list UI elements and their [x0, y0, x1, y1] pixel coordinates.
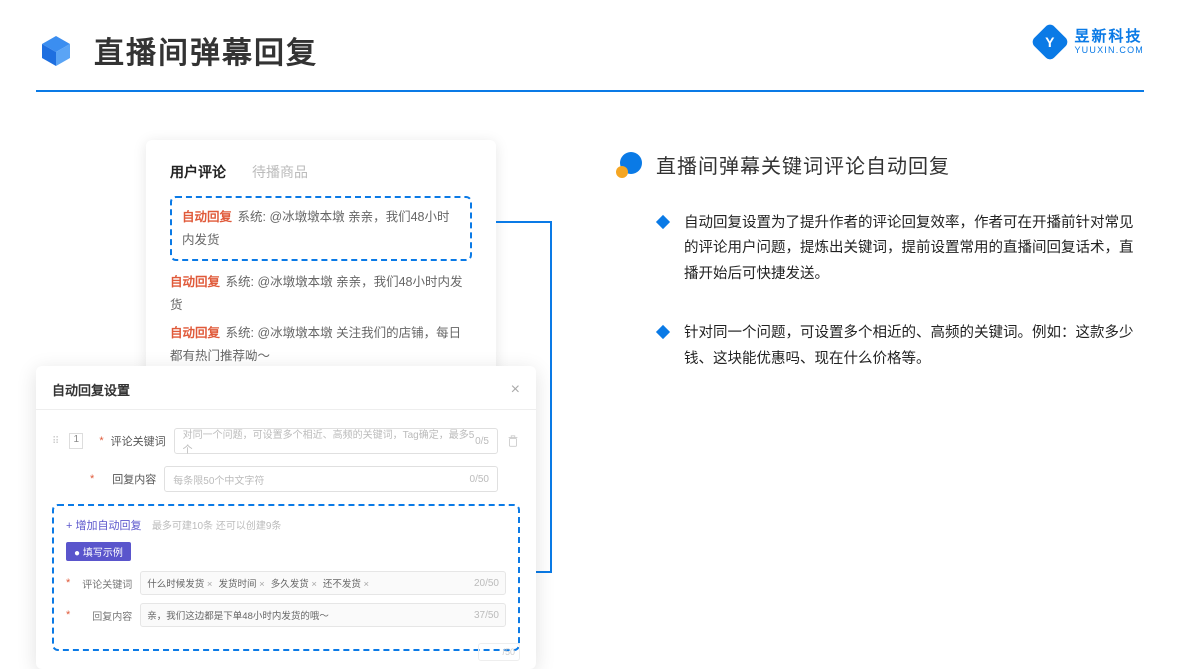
highlighted-comment: 自动回复 系统: @冰墩墩本墩 亲亲，我们48小时内发货 — [170, 196, 472, 261]
bullet-text-1: 自动回复设置为了提升作者的评论回复效率，作者可在开播前针对常见的评论用户问题，提… — [684, 211, 1144, 287]
required-icon: * — [66, 609, 70, 621]
tab-pending-products[interactable]: 待播商品 — [252, 162, 308, 182]
page-title: 直播间弹幕回复 — [94, 28, 318, 72]
required-icon: * — [90, 473, 94, 485]
stub-counter: /50 — [478, 643, 520, 661]
example-badge: ● 填写示例 — [66, 542, 131, 561]
comments-panel: 用户评论 待播商品 自动回复 系统: @冰墩墩本墩 亲亲，我们48小时内发货 自… — [146, 140, 496, 399]
diamond-bullet-icon — [656, 325, 670, 339]
ex-content-label: 回复内容 — [76, 608, 132, 623]
add-auto-reply-link[interactable]: + 增加自动回复 — [66, 520, 141, 532]
trash-icon[interactable] — [506, 434, 520, 448]
keyword-label: 评论关键词 — [110, 433, 166, 449]
cube-icon — [36, 30, 76, 70]
example-section: + 增加自动回复 最多可建10条 还可以创建9条 ● 填写示例 * 评论关键词 … — [52, 504, 520, 651]
brand-logo: Y 昱新科技 YUUXIN.COM — [1036, 28, 1144, 56]
diamond-bullet-icon — [656, 215, 670, 229]
auto-reply-tag: 自动回复 — [170, 275, 220, 289]
content-label: 回复内容 — [100, 471, 156, 487]
ex-content-box: 亲，我们这边都是下单48小时内发货的哦～ 37/50 — [140, 603, 506, 627]
auto-reply-tag: 自动回复 — [170, 326, 220, 340]
required-icon: * — [99, 435, 103, 447]
ex-keyword-box: 什么时候发货 发货时间 多久发货 还不发货 20/50 — [140, 571, 506, 595]
bullet-text-2: 针对同一个问题，可设置多个相近的、高频的关键词。例如：这款多少钱、这块能优惠吗、… — [684, 321, 1144, 372]
ex-tag: 发货时间 — [218, 576, 264, 590]
ex-tag: 多久发货 — [271, 576, 317, 590]
section-title: 直播间弹幕关键词评论自动回复 — [656, 150, 950, 179]
row-index: 1 — [69, 433, 83, 449]
brand-mark-icon: Y — [1031, 22, 1071, 62]
ex-tag: 什么时候发货 — [147, 576, 212, 590]
required-icon: * — [66, 577, 70, 589]
add-hint: 最多可建10条 还可以创建9条 — [152, 521, 281, 532]
auto-reply-tag: 自动回复 — [182, 210, 232, 224]
keyword-input[interactable]: 对同一个问题，可设置多个相近、高频的关键词，Tag确定，最多5个 0/5 — [174, 428, 498, 454]
ex-tag: 还不发货 — [323, 576, 369, 590]
content-input[interactable]: 每条限50个中文字符 0/50 — [164, 466, 498, 492]
ex-keyword-label: 评论关键词 — [76, 576, 132, 591]
brand-url: YUUXIN.COM — [1074, 46, 1144, 55]
close-icon[interactable]: × — [511, 381, 520, 399]
brand-name: 昱新科技 — [1074, 29, 1144, 44]
dialog-title: 自动回复设置 — [52, 380, 130, 399]
auto-reply-dialog: 自动回复设置 × ⠿ 1 * 评论关键词 对同一个问题，可设置多个相近、高频的关… — [36, 366, 536, 669]
tab-user-comments[interactable]: 用户评论 — [170, 162, 226, 182]
drag-handle-icon[interactable]: ⠿ — [52, 436, 59, 447]
topic-icon — [616, 152, 642, 178]
